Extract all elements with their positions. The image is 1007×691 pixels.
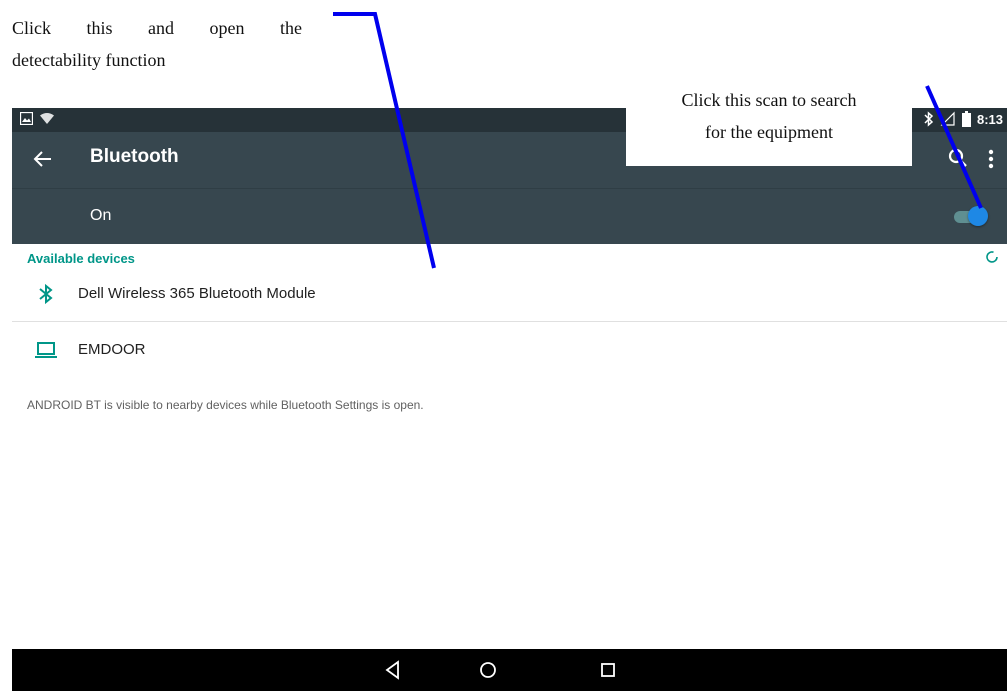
nav-back-icon[interactable] <box>382 659 404 681</box>
android-screen: 8:13 Bluetooth On Available devices Dell… <box>12 108 1007 691</box>
battery-icon <box>961 111 971 127</box>
annotation-detectability: Click this and open the detectability fu… <box>12 12 302 76</box>
annotation-word: Click <box>12 18 51 38</box>
navigation-bar <box>12 649 1007 691</box>
device-item[interactable]: Dell Wireless 365 Bluetooth Module <box>12 266 1007 322</box>
wifi-icon <box>40 113 54 124</box>
signal-icon <box>940 111 955 126</box>
bluetooth-toggle-label: On <box>90 207 112 224</box>
scanning-spinner-icon <box>986 251 998 263</box>
more-vert-icon[interactable] <box>982 146 1000 172</box>
device-name: EMDOOR <box>78 341 146 358</box>
search-icon[interactable] <box>946 146 970 170</box>
available-devices-header: Available devices <box>27 251 135 266</box>
page-title: Bluetooth <box>90 146 179 167</box>
laptop-icon <box>35 342 57 358</box>
annotation-scan-line2: for the equipment <box>705 122 833 142</box>
nav-home-icon[interactable] <box>477 659 499 681</box>
annotation-word: open <box>209 18 245 38</box>
bluetooth-switch[interactable] <box>952 204 990 228</box>
bluetooth-toggle-row[interactable]: On <box>12 188 1007 244</box>
annotation-scan-line1: Click this scan to search <box>681 90 857 110</box>
image-icon <box>20 112 33 125</box>
annotation-scan-box: Click this scan to search for the equipm… <box>626 84 912 166</box>
nav-recents-icon[interactable] <box>597 659 619 681</box>
status-time: 8:13 <box>976 111 1003 127</box>
visibility-note: ANDROID BT is visible to nearby devices … <box>27 398 424 412</box>
annotation-scan: Click this scan to search for the equipm… <box>626 84 912 148</box>
annotation-detectability-line2: detectability function <box>12 50 166 70</box>
bluetooth-icon <box>924 111 934 127</box>
annotation-detectability-line1: Click this and open the <box>12 12 302 44</box>
bluetooth-icon <box>39 283 53 305</box>
device-item[interactable]: EMDOOR <box>12 322 1007 378</box>
annotation-word: this <box>86 18 113 38</box>
back-arrow-icon[interactable] <box>30 146 56 172</box>
annotation-word: and <box>147 18 174 38</box>
device-name: Dell Wireless 365 Bluetooth Module <box>78 285 316 302</box>
annotation-word: the <box>279 18 302 38</box>
switch-knob <box>968 206 988 226</box>
